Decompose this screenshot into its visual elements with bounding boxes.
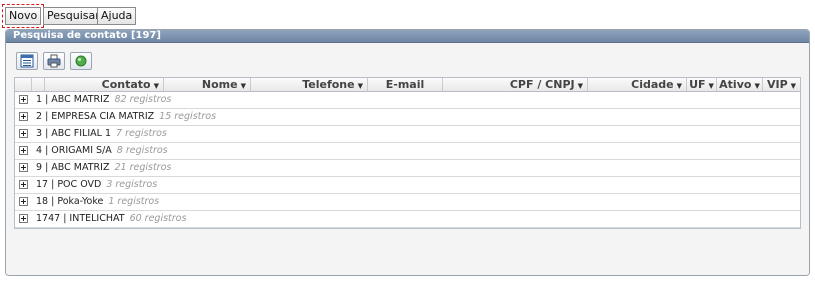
group-count: 1 registros xyxy=(108,196,160,207)
header-label: CPF / CNPJ xyxy=(509,78,575,91)
header-cidade[interactable]: Cidade ▼ xyxy=(588,78,687,91)
group-count: 82 registros xyxy=(114,94,172,105)
panel-title: Pesquisa de contato [197] xyxy=(6,30,809,43)
group-label-wrap: 2 | EMPRESA CIA MATRIZ 15 registros xyxy=(36,109,216,125)
chevron-down-icon: ▼ xyxy=(240,82,246,90)
chevron-down-icon: ▼ xyxy=(577,82,583,90)
chevron-down-icon: ▼ xyxy=(790,82,797,90)
chevron-down-icon: ▼ xyxy=(676,82,682,90)
expand-icon[interactable] xyxy=(19,129,28,138)
group-count: 3 registros xyxy=(106,179,158,190)
group-row[interactable]: 18 | Poka-Yoke 1 registros xyxy=(15,194,800,211)
group-label-wrap: 3 | ABC FILIAL 1 7 registros xyxy=(36,126,167,142)
group-label-wrap: 1747 | INTELICHAT 60 registros xyxy=(36,211,186,227)
contact-search-panel: Pesquisa de contato [197] Contato ▼ Nome ▼… xyxy=(5,29,810,276)
group-label: 1 | ABC MATRIZ xyxy=(36,94,110,105)
group-count: 15 registros xyxy=(159,111,217,122)
header-ativo[interactable]: Ativo ▼ xyxy=(717,78,763,91)
expand-icon[interactable] xyxy=(19,112,28,121)
header-label: Cidade xyxy=(631,78,674,91)
header-nome[interactable]: Nome ▼ xyxy=(164,78,251,91)
header-vip[interactable]: VIP ▼ xyxy=(763,78,800,91)
expand-icon[interactable] xyxy=(19,146,28,155)
help-button[interactable]: Ajuda xyxy=(97,7,137,25)
new-button[interactable]: Novo xyxy=(1,4,45,28)
expand-icon[interactable] xyxy=(19,163,28,172)
group-count: 21 registros xyxy=(114,162,172,173)
group-row[interactable]: 9 | ABC MATRIZ 21 registros xyxy=(15,160,800,177)
refresh-icon[interactable] xyxy=(70,52,92,70)
group-row[interactable]: 3 | ABC FILIAL 1 7 registros xyxy=(15,126,800,143)
group-label-wrap: 18 | Poka-Yoke 1 registros xyxy=(36,194,159,210)
chevron-down-icon: ▼ xyxy=(754,82,760,90)
group-row[interactable]: 4 | ORIGAMI S/A 8 registros xyxy=(15,143,800,160)
group-label-wrap: 1 | ABC MATRIZ 82 registros xyxy=(36,92,171,108)
header-label: Nome xyxy=(201,78,238,91)
header-email[interactable]: E-mail xyxy=(368,78,443,91)
chevron-down-icon: ▼ xyxy=(708,82,714,90)
group-label: 2 | EMPRESA CIA MATRIZ xyxy=(36,111,155,122)
group-label: 17 | POC OVD xyxy=(36,179,102,190)
search-button[interactable]: Pesquisar xyxy=(43,7,104,25)
group-label-wrap: 17 | POC OVD 3 registros xyxy=(36,177,157,193)
chevron-down-icon: ▼ xyxy=(357,82,363,90)
group-label: 3 | ABC FILIAL 1 xyxy=(36,128,112,139)
group-count: 60 registros xyxy=(129,213,187,224)
group-count: 8 registros xyxy=(116,145,168,156)
header-telefone[interactable]: Telefone ▼ xyxy=(251,78,368,91)
group-label: 9 | ABC MATRIZ xyxy=(36,162,110,173)
group-row[interactable]: 1 | ABC MATRIZ 82 registros xyxy=(15,92,800,109)
header-label: Telefone xyxy=(302,78,355,91)
expand-icon[interactable] xyxy=(19,214,28,223)
header-select-col xyxy=(32,78,45,91)
header-label: UF xyxy=(689,78,706,91)
group-label-wrap: 9 | ABC MATRIZ 21 registros xyxy=(36,160,171,176)
group-row[interactable]: 2 | EMPRESA CIA MATRIZ 15 registros xyxy=(15,109,800,126)
group-label: 4 | ORIGAMI S/A xyxy=(36,145,112,156)
group-row[interactable]: 1747 | INTELICHAT 60 registros xyxy=(15,211,800,228)
header-label: E-mail xyxy=(385,78,425,91)
header-label: VIP xyxy=(766,78,788,91)
group-row[interactable]: 17 | POC OVD 3 registros xyxy=(15,177,800,194)
group-label: 1747 | INTELICHAT xyxy=(36,213,125,224)
expand-icon[interactable] xyxy=(19,180,28,189)
header-label: Contato xyxy=(101,78,151,91)
header-contato[interactable]: Contato ▼ xyxy=(45,78,164,91)
grid-view-icon[interactable] xyxy=(16,52,38,70)
grid-header: Contato ▼ Nome ▼ Telefone ▼ E-mail CPF / CN… xyxy=(15,78,800,92)
group-count: 7 registros xyxy=(116,128,167,139)
header-uf[interactable]: UF ▼ xyxy=(687,78,717,91)
header-cpf-cnpj[interactable]: CPF / CNPJ ▼ xyxy=(443,78,588,91)
chevron-down-icon: ▼ xyxy=(153,82,159,90)
print-icon[interactable] xyxy=(43,52,65,70)
header-label: Ativo xyxy=(719,78,752,91)
contacts-grid: Contato ▼ Nome ▼ Telefone ▼ E-mail CPF / CN… xyxy=(14,77,801,229)
expand-icon[interactable] xyxy=(19,95,28,104)
header-expander-col xyxy=(15,78,32,91)
expand-icon[interactable] xyxy=(19,197,28,206)
group-label-wrap: 4 | ORIGAMI S/A 8 registros xyxy=(36,143,168,159)
panel-body: Contato ▼ Nome ▼ Telefone ▼ E-mail CPF / CN… xyxy=(6,43,809,275)
group-label: 18 | Poka-Yoke xyxy=(36,196,104,207)
